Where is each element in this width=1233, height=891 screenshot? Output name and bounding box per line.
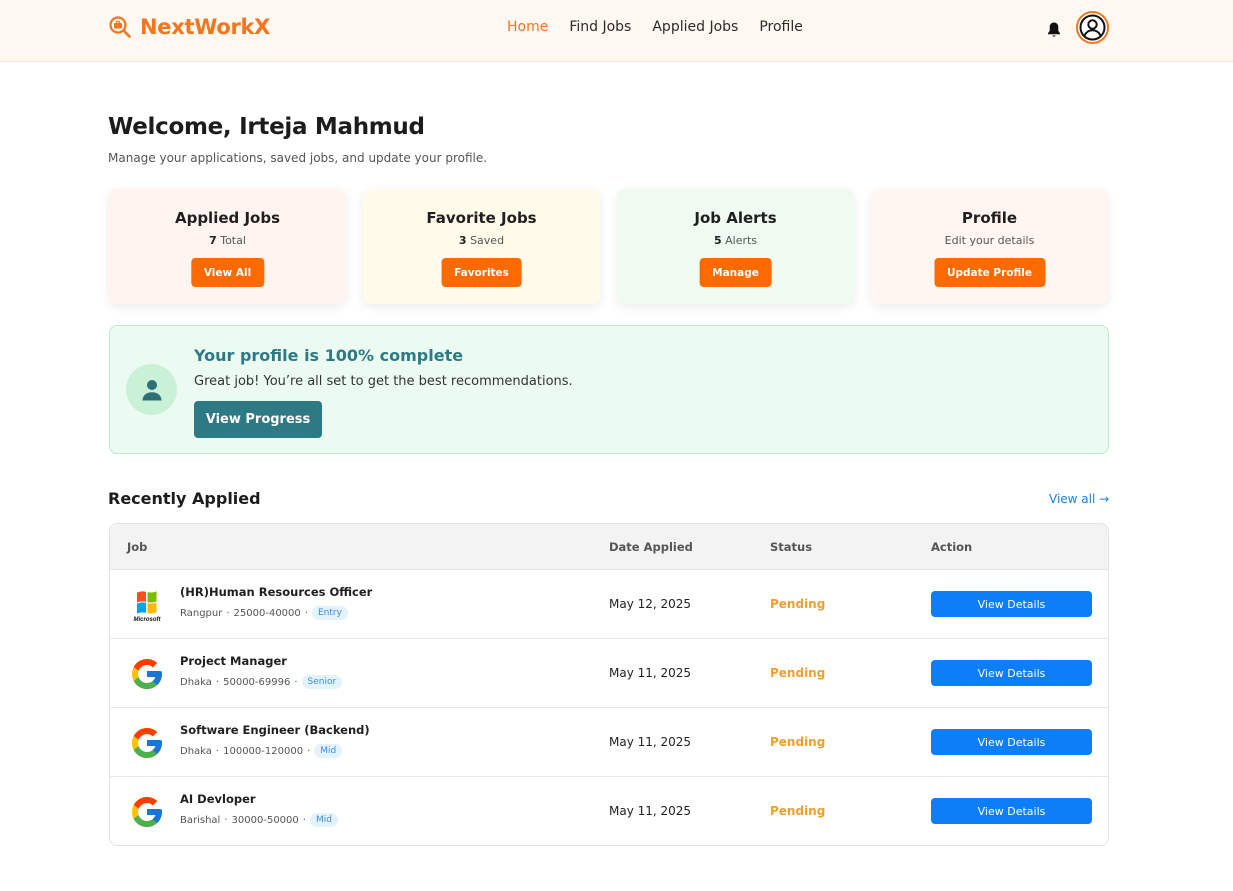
card-title: Job Alerts [694,209,777,227]
page-subtitle: Manage your applications, saved jobs, an… [108,151,488,165]
job-location: Dhaka [180,676,212,688]
view-details-button[interactable]: View Details [931,660,1092,686]
status-badge: Pending [770,735,826,749]
status-badge: Pending [770,597,826,611]
job-location: Barishal [180,814,221,826]
view-details-button[interactable]: View Details [931,591,1092,617]
nav-applied-jobs[interactable]: Applied Jobs [652,19,738,35]
job-meta: Dhaka · 100000-120000 · Mid [180,744,343,758]
view-all-applied-button[interactable]: View All [190,258,265,287]
job-location: Rangpur [180,607,223,619]
profile-completion-banner: Your profile is 100% complete Great job!… [109,325,1109,454]
job-title[interactable]: (HR)Human Resources Officer [180,585,372,599]
column-header-job: Job [127,540,148,554]
brand-logo-link[interactable]: NextWorkX [108,15,270,39]
card-title: Profile [961,209,1018,227]
main-nav: Home Find Jobs Applied Jobs Profile [507,19,803,35]
job-salary: 50000-69996 [223,676,291,688]
applied-jobs-card: Applied Jobs 7 Total View All [109,189,346,304]
table-row: AI Devloper Barishal · 30000-50000 · Mid May… [110,777,1108,845]
google-logo [128,724,166,762]
manage-alerts-button[interactable]: Manage [699,258,772,287]
recently-applied-table: Job Date Applied Status Action Microsoft… [109,523,1109,846]
level-badge: Entry [311,606,348,620]
top-navbar: NextWorkX Home Find Jobs Applied Jobs Pr… [0,0,1233,62]
status-badge: Pending [770,804,826,818]
recently-applied-title: Recently Applied [108,489,261,508]
card-count: 5 [713,234,722,247]
nav-profile[interactable]: Profile [759,19,803,35]
page-title: Welcome, Irteja Mahmud [108,114,425,140]
search-briefcase-icon [109,16,131,38]
card-title: Applied Jobs [174,209,281,227]
card-suffix: Alerts [725,234,758,247]
job-alerts-card: Job Alerts 5 Alerts Manage [617,189,854,304]
card-meta: 5 Alerts [617,234,854,247]
column-header-date: Date Applied [609,540,693,554]
profile-card: Profile Edit your details Update Profile [871,189,1108,304]
job-title[interactable]: Project Manager [180,654,287,668]
google-logo [128,655,166,693]
brand-name: NextWorkX [140,15,271,39]
table-header: Job Date Applied Status Action [110,524,1108,570]
view-progress-button[interactable]: View Progress [194,401,322,438]
person-icon [1079,14,1106,41]
job-title[interactable]: Software Engineer (Backend) [180,723,370,737]
job-salary: 100000-120000 [223,745,304,757]
job-location: Dhaka [180,745,212,757]
table-row: Microsoft (HR)Human Resources Officer Ra… [110,570,1108,639]
card-title: Favorite Jobs [426,209,537,227]
card-suffix: Total [220,234,246,247]
date-applied: May 11, 2025 [609,804,692,818]
view-details-button[interactable]: View Details [931,798,1092,824]
table-row: Software Engineer (Backend) Dhaka · 100000… [110,708,1108,777]
bell-icon[interactable] [1046,21,1062,39]
banner-text: Great job! You’re all set to get the bes… [194,374,573,389]
date-applied: May 11, 2025 [609,735,692,749]
job-meta: Barishal · 30000-50000 · Mid [180,813,338,827]
view-all-link[interactable]: View all → [1049,492,1109,506]
favorite-jobs-card: Favorite Jobs 3 Saved Favorites [363,189,600,304]
svg-text:Microsoft: Microsoft [134,617,162,622]
date-applied: May 11, 2025 [609,666,692,680]
card-suffix: Edit your details [944,234,1035,247]
nav-find-jobs[interactable]: Find Jobs [569,19,631,35]
card-meta: 3 Saved [363,234,600,247]
view-details-button[interactable]: View Details [931,729,1092,755]
banner-title: Your profile is 100% complete [194,346,464,365]
level-badge: Mid [309,813,338,827]
job-salary: 30000-50000 [231,814,299,826]
job-salary: 25000-40000 [233,607,301,619]
job-title[interactable]: AI Devloper [180,792,256,806]
favorites-button[interactable]: Favorites [441,258,522,287]
user-icon [126,364,177,415]
column-header-action: Action [931,540,973,554]
card-meta: 7 Total [109,234,346,247]
user-avatar-icon[interactable] [1076,11,1109,44]
card-suffix: Saved [470,234,505,247]
nav-home[interactable]: Home [507,19,548,35]
level-badge: Senior [301,675,343,689]
microsoft-logo: Microsoft [128,586,166,624]
card-count: 3 [458,234,467,247]
card-count: 7 [209,234,217,247]
column-header-status: Status [770,540,813,554]
card-meta: Edit your details [871,234,1108,247]
google-logo [128,793,166,831]
job-meta: Rangpur · 25000-40000 · Entry [180,606,348,620]
status-badge: Pending [770,666,826,680]
date-applied: May 12, 2025 [609,597,692,611]
job-meta: Dhaka · 50000-69996 · Senior [180,675,343,689]
level-badge: Mid [314,744,343,758]
table-row: Project Manager Dhaka · 50000-69996 · Senior… [110,639,1108,708]
update-profile-button[interactable]: Update Profile [933,258,1046,287]
